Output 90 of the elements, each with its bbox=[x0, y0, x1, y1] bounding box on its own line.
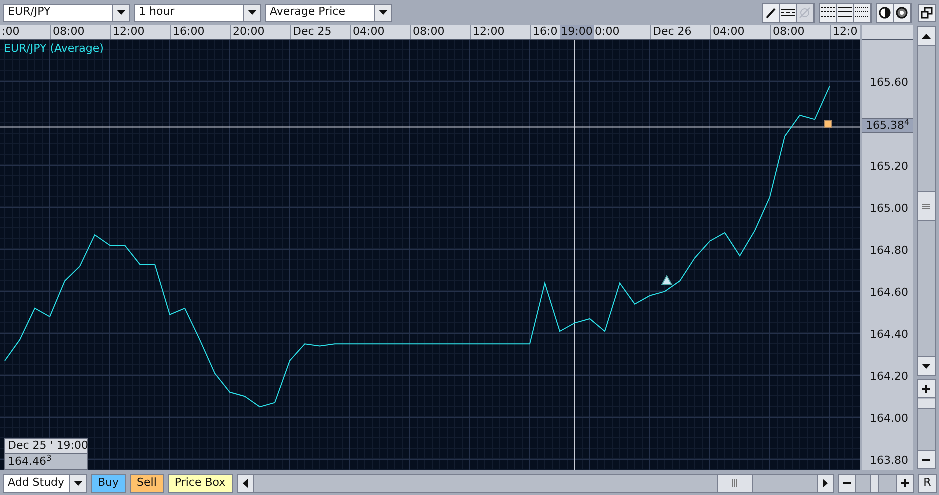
price-label: 164.00 bbox=[870, 412, 908, 425]
plus-icon bbox=[901, 479, 909, 487]
scroll-thumb[interactable] bbox=[716, 474, 753, 492]
time-label: 12:00 bbox=[473, 25, 505, 39]
add-study-dropdown[interactable]: Add Study bbox=[3, 474, 87, 492]
dropdown[interactable]: Average Price bbox=[265, 4, 392, 22]
caret-icon bbox=[74, 480, 82, 486]
dropdown-value: Add Study bbox=[7, 474, 66, 491]
circle-icon bbox=[879, 6, 891, 18]
time-zoom-slider[interactable] bbox=[838, 474, 914, 492]
time-label: 16:00 bbox=[173, 25, 205, 39]
triangle-marker[interactable] bbox=[661, 274, 673, 286]
dropdown-value: 1 hour bbox=[138, 4, 176, 20]
time-label: 08:00 bbox=[53, 25, 85, 39]
plus-icon bbox=[922, 384, 930, 392]
time-label: 12:00 bbox=[113, 25, 145, 39]
time-label: 12:0 bbox=[833, 25, 858, 39]
cursor-price-label: 165.38$^{4}$ bbox=[862, 118, 913, 133]
circle-icon bbox=[896, 6, 908, 18]
tool-button[interactable] bbox=[854, 4, 871, 22]
action-button[interactable]: Sell bbox=[130, 474, 164, 492]
time-label: 08:00 bbox=[773, 25, 805, 39]
price-label: 165.60 bbox=[870, 76, 908, 89]
scroll-left-button[interactable] bbox=[238, 474, 254, 492]
price-label: 165.20 bbox=[870, 160, 908, 173]
scroll-up-button[interactable] bbox=[918, 27, 934, 46]
tool-button[interactable] bbox=[837, 4, 854, 22]
right-arrow-icon bbox=[823, 478, 828, 488]
series-legend: EUR/JPY (Average) bbox=[4, 41, 104, 58]
grip-icon bbox=[732, 479, 738, 487]
time-label: 16:0 bbox=[533, 25, 558, 39]
caret-icon bbox=[116, 10, 126, 15]
scroll-thumb[interactable] bbox=[918, 191, 934, 221]
up-arrow-icon bbox=[922, 34, 930, 38]
time-label: Dec 26 bbox=[653, 25, 692, 39]
grip-icon bbox=[922, 204, 930, 208]
tool-button[interactable] bbox=[820, 4, 837, 22]
info-time: Dec 25 ' 19:00 bbox=[5, 439, 87, 454]
zoom-slider[interactable] bbox=[916, 379, 936, 469]
reset-button[interactable]: R bbox=[918, 474, 937, 492]
time-label: 0:00 bbox=[595, 25, 620, 39]
left-arrow-icon bbox=[242, 478, 248, 488]
caret-icon bbox=[248, 10, 256, 15]
detach-button[interactable] bbox=[918, 4, 936, 22]
axis-corner bbox=[862, 25, 913, 40]
tool-button[interactable] bbox=[780, 4, 797, 22]
info-price: 164.46$^{3}$ bbox=[7, 454, 53, 469]
price-label: 164.40 bbox=[870, 328, 908, 341]
time-label: :00 bbox=[2, 25, 20, 39]
time-label: 04:00 bbox=[713, 25, 745, 39]
vertical-scrollbar[interactable] bbox=[916, 26, 936, 376]
time-label: Dec 25 bbox=[293, 25, 332, 39]
horizontal-scrollbar[interactable] bbox=[236, 474, 834, 492]
price-label: 164.80 bbox=[870, 244, 908, 257]
action-button[interactable]: Price Box bbox=[168, 474, 233, 492]
slider-thumb[interactable] bbox=[870, 474, 879, 492]
zoom-in-button[interactable] bbox=[918, 380, 934, 398]
lines-icon bbox=[821, 7, 835, 18]
empty-set-icon bbox=[799, 6, 811, 18]
minus-icon bbox=[843, 479, 851, 487]
time-label: 20:00 bbox=[233, 25, 265, 39]
time-label: 08:00 bbox=[413, 25, 445, 39]
zoom-in-button[interactable] bbox=[896, 474, 913, 492]
dropdown[interactable]: EUR/JPY bbox=[3, 4, 130, 22]
tool-button[interactable] bbox=[763, 4, 780, 22]
price-label: 165.00 bbox=[870, 202, 908, 215]
zoom-out-button[interactable] bbox=[839, 474, 856, 492]
scroll-right-button[interactable] bbox=[817, 474, 833, 492]
scroll-down-button[interactable] bbox=[918, 356, 934, 375]
price-label: 163.80 bbox=[870, 454, 908, 466]
square-marker[interactable] bbox=[824, 120, 832, 128]
zoom-out-button[interactable] bbox=[918, 450, 934, 468]
cursor-time-label: 19:00 bbox=[560, 25, 594, 39]
lines-icon bbox=[855, 7, 869, 18]
price-label: 164.20 bbox=[870, 370, 908, 383]
line-icon bbox=[781, 8, 795, 18]
tool-button[interactable] bbox=[877, 4, 894, 22]
slider-thumb[interactable] bbox=[918, 398, 934, 409]
time-label: 04:00 bbox=[353, 25, 385, 39]
windows-icon bbox=[921, 6, 933, 18]
caret-icon bbox=[378, 10, 388, 15]
price-label: 164.60 bbox=[870, 286, 908, 299]
pen-icon bbox=[765, 6, 777, 18]
action-button[interactable]: Buy bbox=[91, 474, 126, 492]
dropdown[interactable]: 1 hour bbox=[134, 4, 261, 22]
caret-icon bbox=[922, 364, 930, 368]
dropdown-value: Average Price bbox=[269, 4, 347, 20]
tool-button[interactable] bbox=[894, 4, 911, 22]
lines-icon bbox=[838, 7, 852, 18]
dropdown-value: EUR/JPY bbox=[7, 4, 52, 20]
